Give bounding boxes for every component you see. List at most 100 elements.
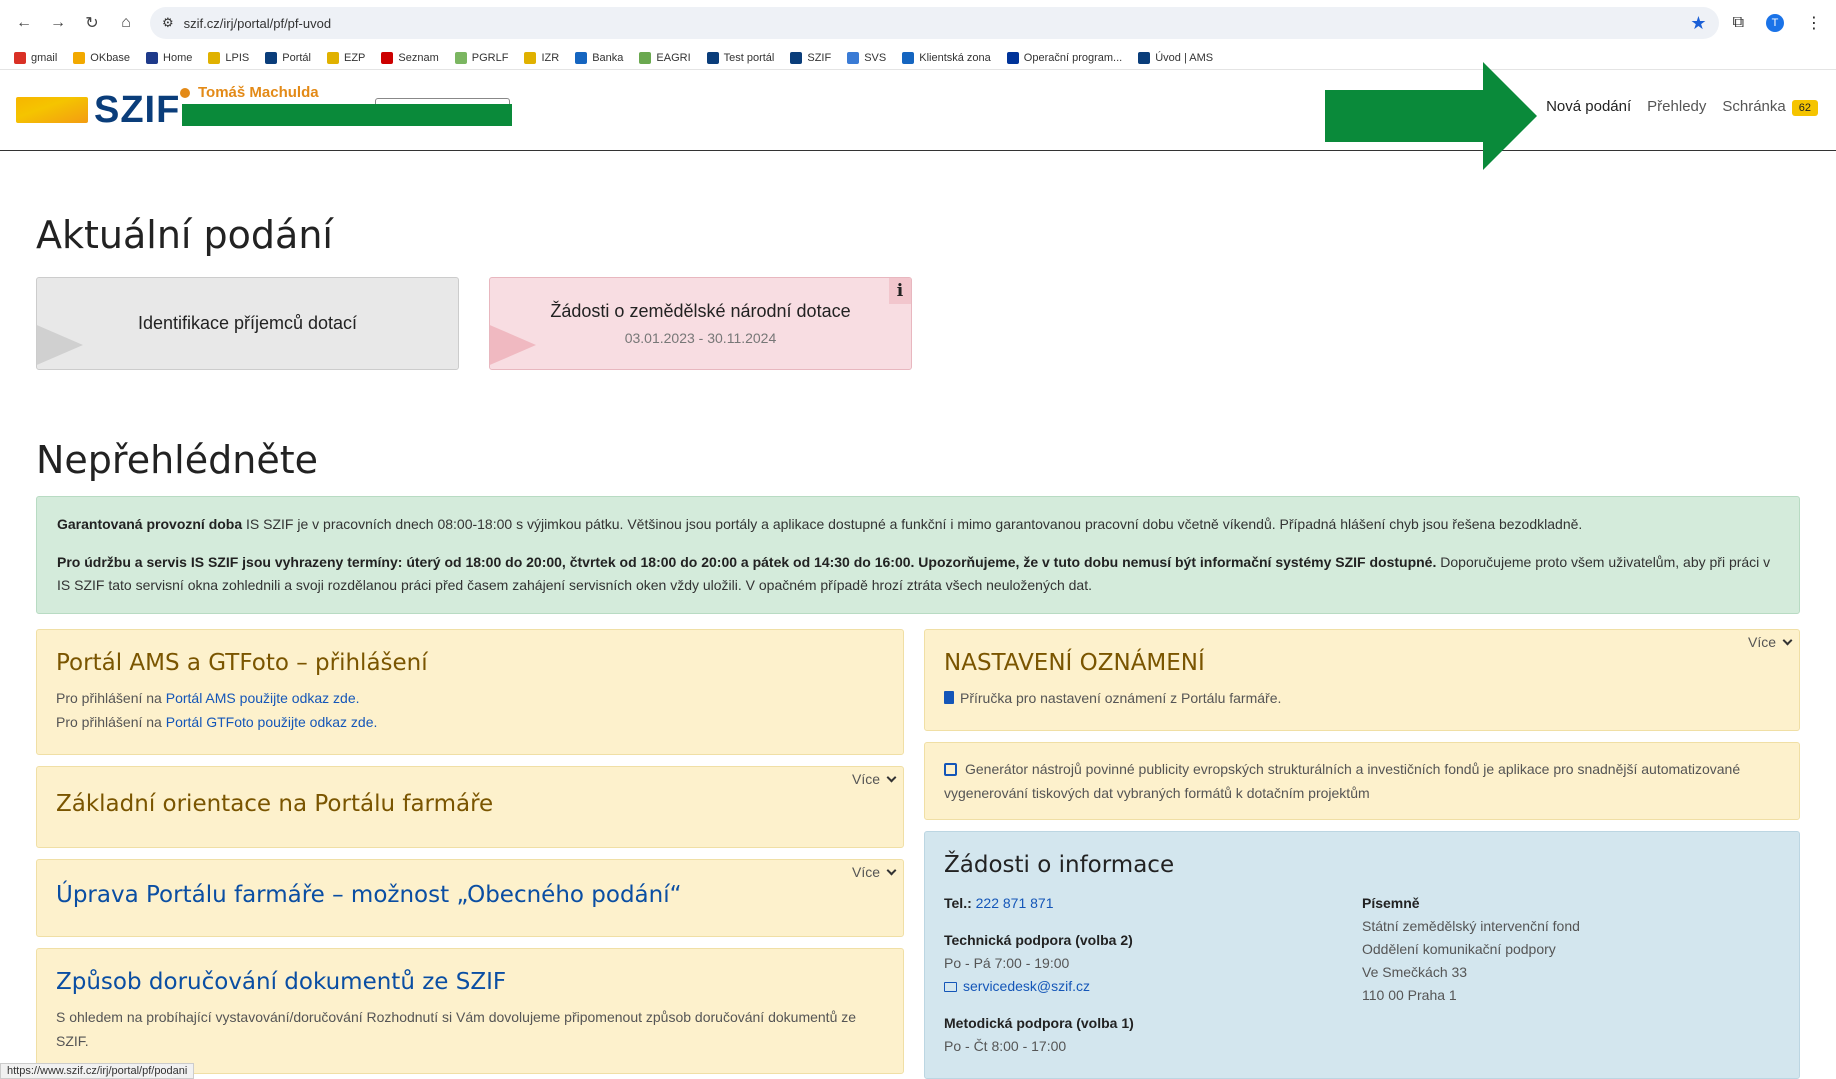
client-zone-icon [902,51,915,64]
bookmark-svs[interactable]: SVS [847,51,886,64]
user-status-icon [180,87,190,98]
card-text: S ohledem na probíhající vystavování/dor… [56,1009,857,1049]
pdf-icon [944,691,954,704]
ams-link[interactable]: Portál AMS použijte odkaz zde. [166,690,360,706]
home-bm-icon [146,51,159,64]
bookmark-uvod-ams[interactable]: Úvod | AMS [1138,51,1213,64]
bookmark-klientska-zona[interactable]: Klientská zona [902,51,991,64]
ams-icon [1138,51,1151,64]
ezp-icon [327,51,339,64]
bookmark-lpis[interactable]: LPIS [208,51,249,64]
bookmark-gmail[interactable]: gmail [14,51,57,64]
izr-icon [524,51,537,64]
user-name[interactable]: Tomáš Machulda [180,84,319,101]
bookmark-test-portal[interactable]: Test portál [706,51,774,64]
bookmark-pgrlf[interactable]: PGRLF [454,51,508,64]
tile-title: Žádosti o zemědělské národní dotace [550,301,851,321]
info-icon[interactable]: i [889,278,911,304]
gtfoto-link[interactable]: Portál GTFoto použijte odkaz zde. [166,714,378,730]
browser-toolbar: ← → ↻ ⌂ ⚙ szif.cz/irj/portal/pf/pf-uvod … [0,0,1836,46]
more-toggle[interactable]: Více [1748,634,1793,650]
address-bar[interactable]: ⚙ szif.cz/irj/portal/pf/pf-uvod ★ [150,7,1719,39]
bookmark-portal[interactable]: Portál [265,51,311,64]
tile-title: Identifikace příjemců dotací [137,313,358,333]
more-toggle[interactable]: Více [852,771,897,787]
card-title[interactable]: Úprava Portálu farmáře – možnost „Obecné… [56,882,884,908]
bank-icon [575,51,588,64]
redaction-bar [182,104,512,126]
chevron-down-icon [886,772,897,782]
bookmark-ezp[interactable]: EZP [327,51,365,64]
main-nav: Nová podání Přehledy Schránka 62 [1546,98,1818,116]
bookmark-eagri[interactable]: EAGRI [639,51,691,64]
card-delivery: Způsob doručování dokumentů ze SZIF S oh… [36,948,904,1074]
service-notice: Garantovaná provozní doba IS SZIF je v p… [36,496,1800,614]
profile-avatar[interactable]: T [1766,14,1784,32]
manual-link[interactable]: Příručka pro nastavení oznámení z Portál… [960,690,1281,706]
tile-national-subsidies[interactable]: i Žádosti o zemědělské národní dotace 03… [489,277,912,370]
logo-stripes-icon [16,97,88,123]
tile-dates: 03.01.2023 - 30.11.2024 [624,330,777,346]
green-arrow-annotation [1325,62,1537,170]
lpis-icon [208,51,221,64]
szif-test-icon [706,51,719,64]
bookmark-operacni-program[interactable]: Operační program... [1006,51,1122,64]
user-block: Tomáš Machulda [180,84,319,101]
chevron-right-icon [37,319,83,369]
card-orientation: Více Základní orientace na Portálu farmá… [36,766,904,848]
bookmark-okbase[interactable]: OKbase [73,51,130,64]
tile-identification[interactable]: Identifikace příjemců dotací [36,277,459,370]
card-title: NASTAVENÍ OZNÁMENÍ [944,650,1205,676]
card-notifications: Více NASTAVENÍ OZNÁMENÍ Příručka pro nas… [924,629,1800,731]
card-title[interactable]: Způsob doručování dokumentů ze SZIF [56,969,884,995]
chevron-down-icon [1782,635,1793,645]
email-link[interactable]: servicedesk@szif.cz [963,978,1090,994]
generator-link[interactable]: Generátor nástrojů povinné publicity evr… [944,757,1780,805]
seznam-icon [381,51,394,64]
card-title: Portál AMS a GTFoto – přihlášení [56,650,428,676]
chevron-right-icon [490,319,536,369]
bookmark-banka[interactable]: Banka [575,51,623,64]
chevron-down-icon [886,865,897,875]
szif-bm-icon [790,51,803,64]
current-title: Aktuální podání [36,213,333,257]
bookmark-home[interactable]: Home [146,51,192,64]
card-contact: Žádosti o informace Tel.: 222 871 871 Te… [924,831,1800,1079]
card-title: Základní orientace na Portálu farmáře [56,791,494,817]
nav-overviews[interactable]: Přehledy [1647,98,1706,115]
nav-new-submissions[interactable]: Nová podání [1546,98,1631,115]
nav-inbox[interactable]: Schránka 62 [1722,98,1818,116]
eu-flag-icon [1006,51,1019,64]
status-bar-url: https://www.szif.cz/irj/portal/pf/podani [0,1063,195,1079]
menu-icon[interactable]: ⋮ [1806,13,1822,33]
home-icon[interactable]: ⌂ [116,13,136,33]
logo-text: SZIF [94,88,181,131]
bookmark-seznam[interactable]: Seznam [381,51,439,64]
eagri-icon [639,51,652,64]
szif-logo[interactable]: SZIF [16,89,180,132]
pgrlf-icon [454,51,467,64]
url-text: szif.cz/irj/portal/pf/pf-uvod [183,15,332,31]
extensions-icon[interactable]: ⧉ [1733,14,1744,32]
bookmark-star-icon[interactable]: ★ [1690,13,1706,34]
card-generator: Generátor nástrojů povinné publicity evr… [924,742,1800,820]
site-settings-icon[interactable]: ⚙ [162,15,174,31]
card-upgrade: Více Úprava Portálu farmáře – možnost „O… [36,859,904,937]
mail-icon [944,982,957,992]
szif-icon [265,51,278,64]
gmail-icon [14,51,26,64]
okbase-icon [73,51,86,64]
reload-icon[interactable]: ↻ [82,13,102,33]
card-ams-login: Portál AMS a GTFoto – přihlášení Pro při… [36,629,904,755]
more-toggle[interactable]: Více [852,864,897,880]
back-icon[interactable]: ← [14,13,34,33]
inbox-count-badge: 62 [1791,100,1818,116]
bookmark-szif[interactable]: SZIF [790,51,831,64]
forward-icon[interactable]: → [48,13,68,33]
card-title: Žádosti o informace [944,852,1175,878]
external-link-icon [944,763,957,776]
phone-link[interactable]: 222 871 871 [976,895,1054,911]
svs-icon [847,51,860,64]
dont-miss-title: Nepřehlédněte [36,438,318,482]
bookmark-izr[interactable]: IZR [524,51,559,64]
